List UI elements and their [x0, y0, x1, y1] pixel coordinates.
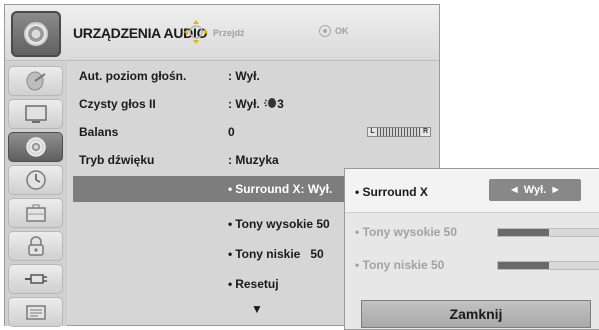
tv-screen-icon — [24, 105, 47, 123]
ok-button-icon — [319, 25, 331, 37]
treble-level-bar[interactable] — [497, 228, 599, 237]
option-briefcase-icon — [25, 204, 46, 222]
setting-value-group: : Wył. 3 — [228, 97, 284, 111]
category-sidebar — [5, 62, 67, 327]
balance-left-label: L — [368, 128, 377, 136]
setting-label: Aut. poziom głośn. — [79, 69, 187, 83]
usb-media-icon — [25, 305, 46, 320]
navigation-arrows-icon — [184, 20, 208, 44]
surround-value-selector[interactable]: ◄ Wył. ► — [489, 179, 581, 201]
setting-label: Balans — [79, 125, 119, 139]
popup-surround-row[interactable]: • Surround X ◄ Wył. ► — [345, 169, 599, 213]
clear-voice-level: 3 — [277, 97, 284, 111]
lock-icon — [27, 236, 44, 256]
clock-icon — [25, 170, 46, 190]
sub-item-label: • Surround X: Wył. — [228, 182, 333, 196]
setting-value: : Wył. — [228, 69, 260, 83]
balance-right-label: R — [421, 128, 430, 136]
menu-header: URZĄDZENIA AUDIO Przejdź OK — [5, 5, 439, 61]
surround-popup-menu: • Surround X ◄ Wył. ► • Tony wysokie 50 … — [344, 168, 599, 330]
sidebar-item-input[interactable] — [8, 264, 63, 294]
left-arrow-icon[interactable]: ◄ — [509, 184, 520, 196]
setting-balance[interactable]: Balans 0 L R — [73, 118, 439, 146]
setting-value: : Wył. — [228, 97, 264, 111]
close-button[interactable]: Zamknij — [361, 300, 591, 328]
setting-label: Tryb dźwięku — [79, 153, 155, 167]
treble-level-fill — [498, 229, 549, 236]
setting-label: Czysty głos II — [79, 97, 156, 111]
sub-item-treble[interactable]: • Tony wysokie 50 — [228, 217, 330, 231]
ok-hint-label: OK — [335, 26, 349, 36]
nav-hint-label: Przejdź — [213, 28, 245, 38]
right-arrow-icon[interactable]: ► — [550, 184, 561, 196]
setting-value: 0 — [228, 125, 235, 139]
input-plug-icon — [24, 274, 47, 284]
sidebar-item-option[interactable] — [8, 198, 63, 228]
setting-auto-volume[interactable]: Aut. poziom głośn. : Wył. — [73, 62, 439, 90]
popup-bass-label: • Tony niskie 50 — [355, 258, 445, 272]
sidebar-item-lock[interactable] — [8, 231, 63, 261]
sidebar-item-time[interactable] — [8, 165, 63, 195]
sidebar-item-audio[interactable] — [8, 132, 63, 162]
balance-slider[interactable]: L R — [367, 127, 431, 137]
audio-speaker-icon — [11, 11, 61, 57]
satellite-dish-icon — [26, 71, 46, 91]
bass-level-bar[interactable] — [497, 261, 599, 270]
audio-speaker-icon — [25, 137, 46, 157]
sidebar-item-channels[interactable] — [8, 66, 63, 96]
surround-value: Wył. — [523, 184, 547, 196]
scroll-down-arrow-icon[interactable]: ▼ — [251, 302, 263, 316]
sidebar-item-usb[interactable] — [8, 297, 63, 327]
sidebar-item-picture[interactable] — [8, 99, 63, 129]
bass-level-fill — [498, 262, 549, 269]
clear-voice-icon — [264, 98, 277, 108]
sub-item-bass[interactable]: • Tony niskie 50 — [228, 247, 324, 261]
popup-surround-label: • Surround X — [355, 185, 428, 199]
setting-value: : Muzyka — [228, 153, 279, 167]
popup-treble-label: • Tony wysokie 50 — [355, 225, 458, 239]
setting-clear-voice[interactable]: Czysty głos II : Wył. 3 — [73, 90, 439, 118]
sub-item-reset[interactable]: • Resetuj — [228, 277, 279, 291]
